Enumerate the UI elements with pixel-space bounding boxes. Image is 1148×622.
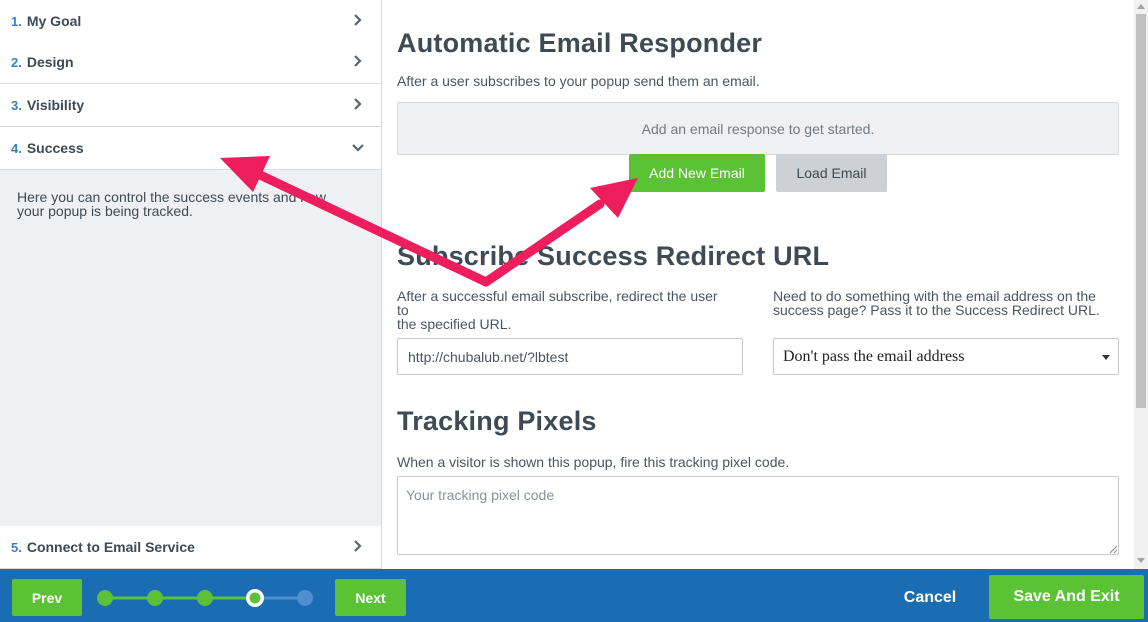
chevron-right-icon: [354, 14, 362, 26]
sidebar-step-connect-email[interactable]: 5. Connect to Email Service: [0, 526, 381, 569]
resize-handle-icon[interactable]: [1108, 544, 1118, 554]
pass-email-description-line: success page? Pass it to the Success Red…: [773, 302, 1100, 318]
step-label: Connect to Email Service: [26, 539, 195, 555]
responder-title: Automatic Email Responder: [397, 28, 763, 58]
step-number: 4.: [11, 140, 22, 156]
chevron-right-icon: [354, 540, 362, 552]
step-number: 2.: [11, 54, 22, 70]
scrollbar-thumb[interactable]: [1136, 14, 1146, 408]
add-new-email-button[interactable]: Add New Email: [629, 154, 765, 192]
tracking-subtitle: When a visitor is shown this popup, fire…: [397, 454, 790, 470]
step-label: Design: [26, 54, 74, 70]
sidebar-step-my-goal[interactable]: 1. My Goal: [0, 0, 381, 43]
popup-editor: 1. My Goal 2. Design 3. Visibility 4. Su…: [0, 0, 1148, 622]
footer-bar: Prev Next Cancel Save And Exit: [0, 569, 1148, 622]
step-number: 1.: [11, 13, 22, 29]
progress-dot-4-inner: [249, 592, 261, 604]
sidebar: 1. My Goal 2. Design 3. Visibility 4. Su…: [0, 0, 382, 569]
progress-dot-2[interactable]: [147, 590, 163, 606]
next-button[interactable]: Next: [335, 579, 406, 616]
pass-email-select[interactable]: Don't pass the email address: [773, 338, 1119, 375]
load-email-button[interactable]: Load Email: [776, 154, 887, 192]
redirect-url-input[interactable]: [397, 338, 743, 375]
step-number: 3.: [11, 97, 22, 113]
pass-email-description: Need to do something with the email addr…: [773, 289, 1123, 317]
scroll-up-icon[interactable]: [1137, 4, 1145, 9]
redirect-title: Subscribe Success Redirect URL: [397, 241, 830, 271]
dropdown-caret-icon: [1102, 355, 1110, 360]
responder-subtitle: After a user subscribes to your popup se…: [397, 73, 760, 89]
pass-email-description-line: Need to do something with the email addr…: [773, 288, 1096, 304]
redirect-description-line: to: [397, 302, 409, 318]
empty-message: Add an email response to get started.: [641, 120, 875, 137]
save-and-exit-button[interactable]: Save And Exit: [989, 575, 1144, 619]
tracking-title: Tracking Pixels: [397, 406, 597, 436]
step-progress: [97, 589, 313, 607]
step-label: My Goal: [26, 13, 82, 29]
redirect-description-line: the specified URL.: [397, 316, 512, 332]
redirect-description: After a successful email subscribe, redi…: [397, 289, 747, 331]
progress-dot-1[interactable]: [97, 590, 113, 606]
sidebar-step-success[interactable]: 4. Success: [0, 127, 381, 170]
step-number: 5.: [11, 539, 22, 555]
pass-email-selected: Don't pass the email address: [783, 347, 965, 365]
chevron-right-icon: [354, 98, 362, 110]
prev-button[interactable]: Prev: [12, 579, 82, 616]
progress-dot-5[interactable]: [297, 590, 313, 606]
chevron-down-icon: [352, 144, 364, 152]
redirect-description-line: After a successful email subscribe, redi…: [397, 288, 718, 304]
step-description: Here you can control the success events …: [17, 189, 326, 219]
step-label: Success: [26, 140, 84, 156]
sidebar-step-design[interactable]: 2. Design: [0, 41, 381, 84]
cancel-button[interactable]: Cancel: [880, 579, 980, 616]
main-panel: Automatic Email Responder After a user s…: [382, 0, 1134, 569]
email-empty-state: Add an email response to get started.: [397, 102, 1119, 155]
tracking-pixel-textarea[interactable]: [397, 476, 1119, 555]
scrollbar[interactable]: [1134, 0, 1148, 569]
scroll-down-icon[interactable]: [1137, 558, 1145, 563]
progress-dot-3[interactable]: [197, 590, 213, 606]
sidebar-step-visibility[interactable]: 3. Visibility: [0, 84, 381, 127]
chevron-right-icon: [354, 55, 362, 67]
step-label: Visibility: [26, 97, 85, 113]
